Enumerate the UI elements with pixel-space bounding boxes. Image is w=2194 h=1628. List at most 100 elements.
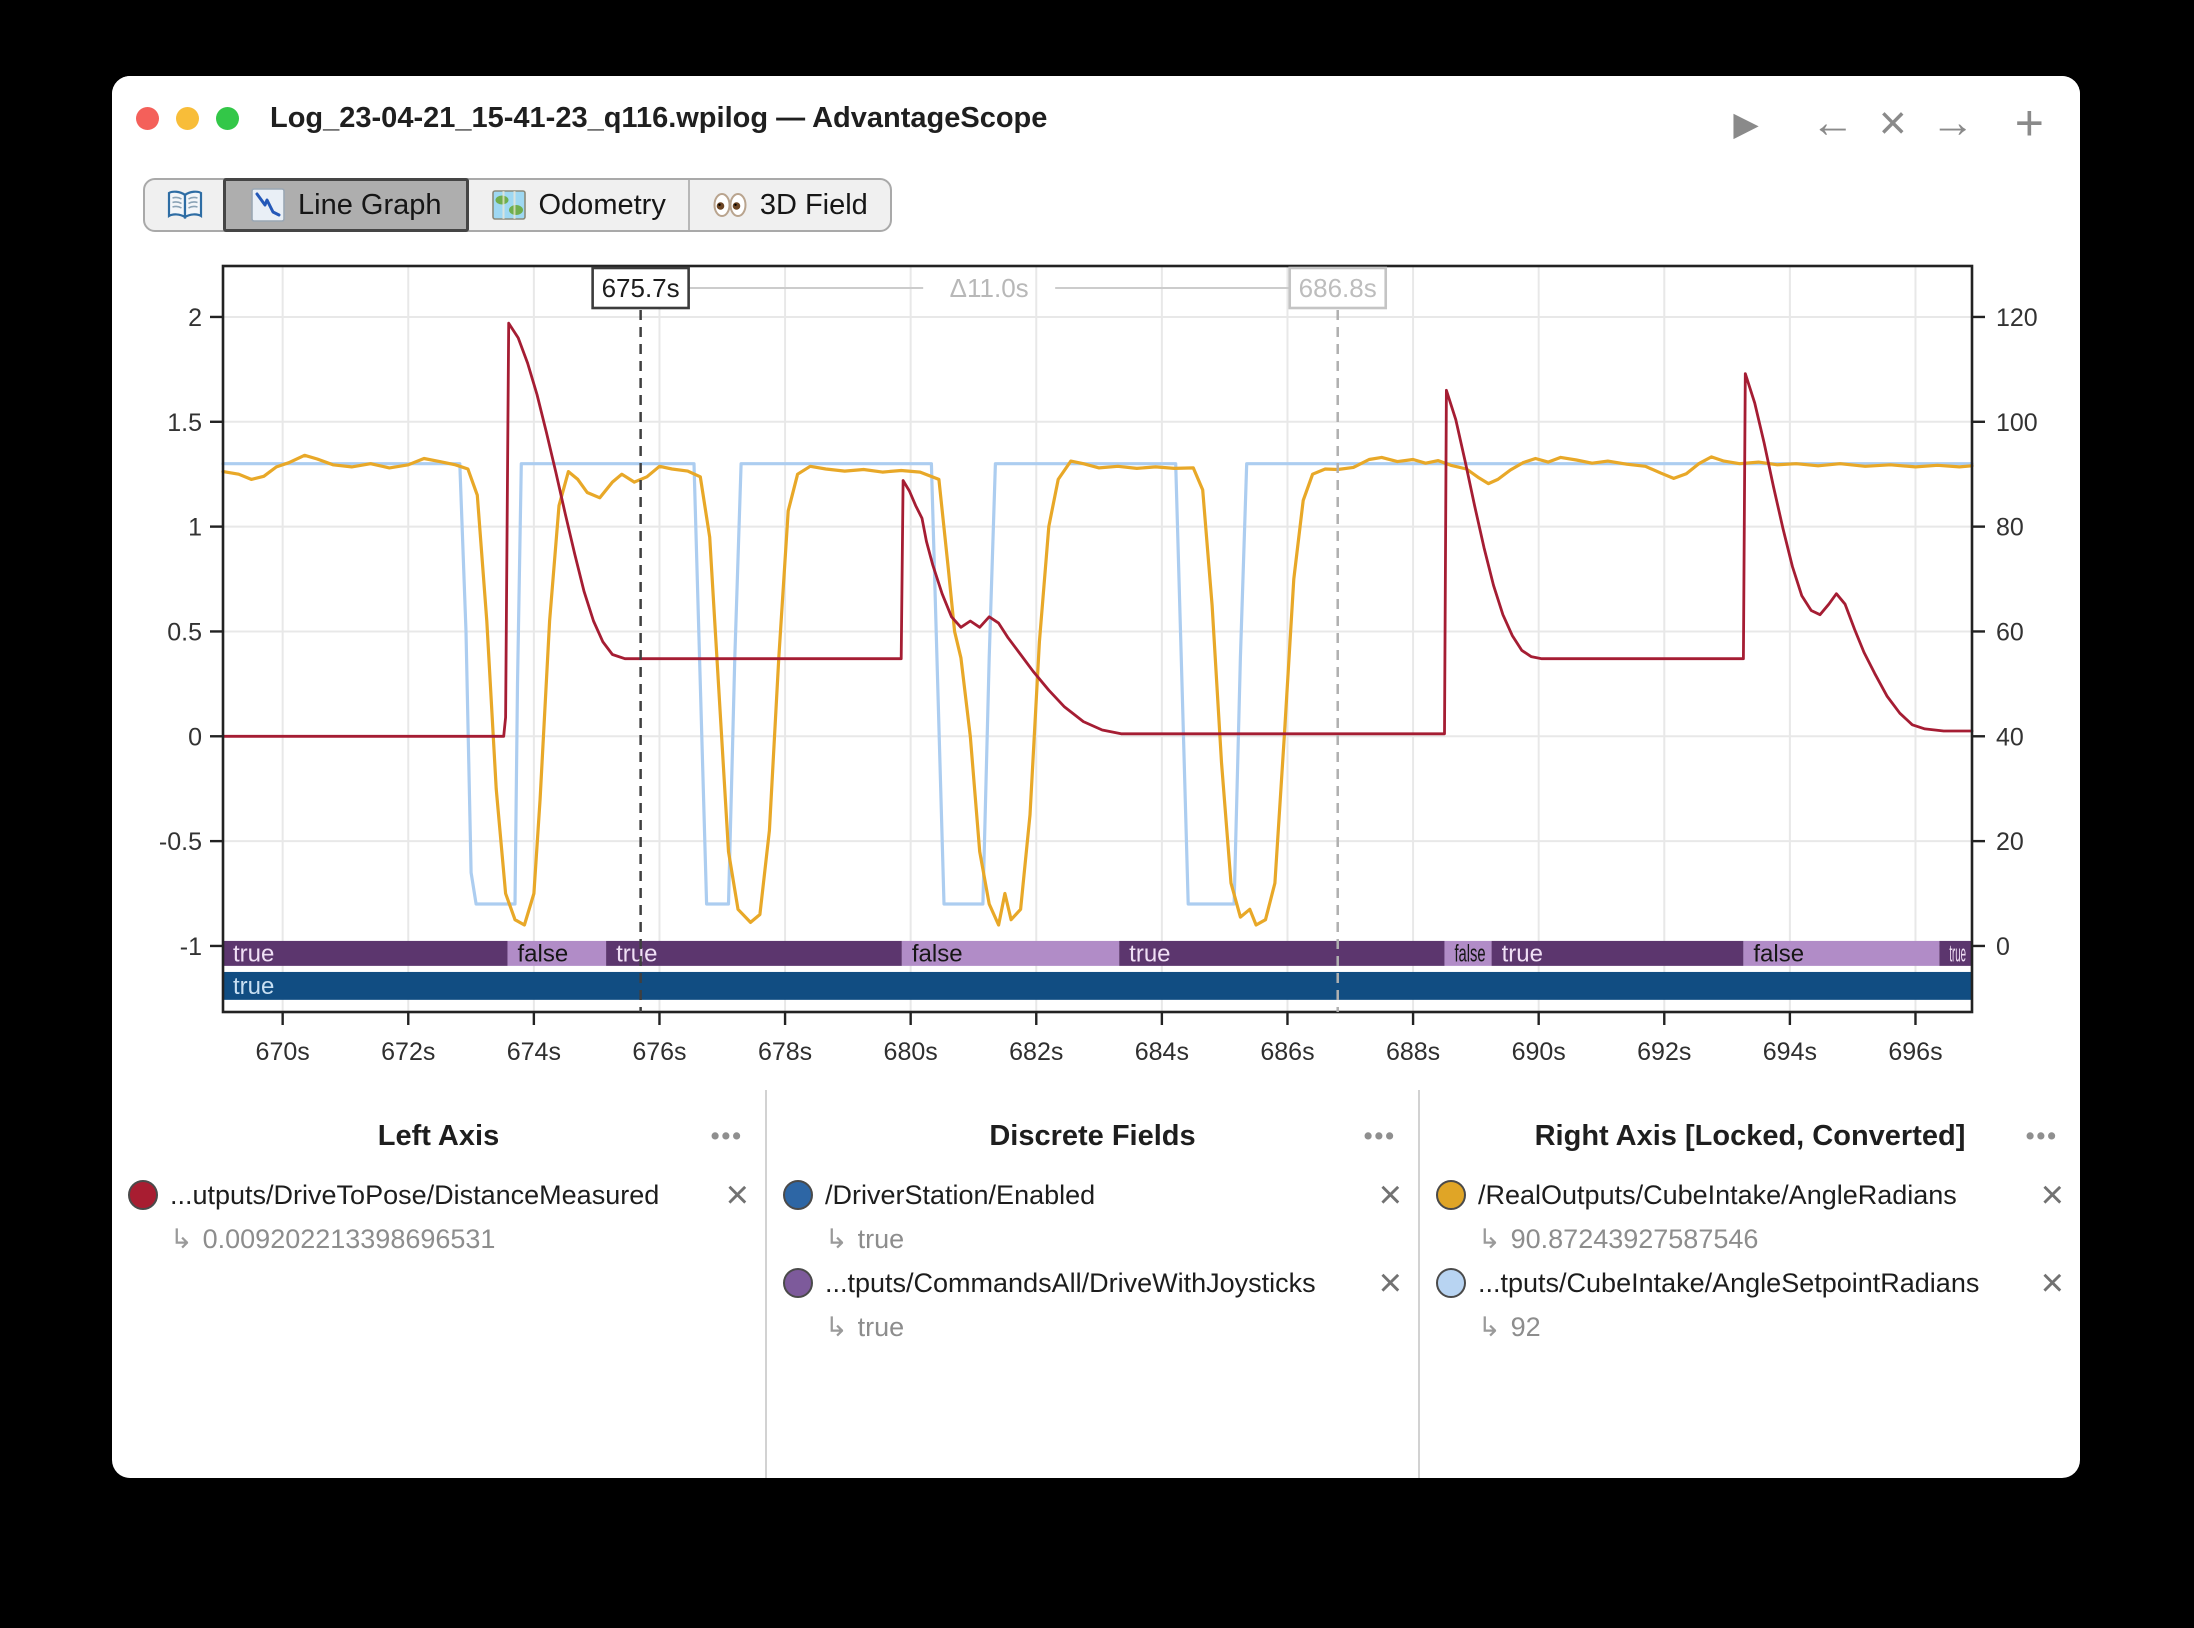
svg-text:670s: 670s [256,1038,310,1066]
field-row-distance-measured[interactable]: ...utputs/DriveToPose/DistanceMeasured × [112,1173,765,1217]
svg-text:-1: -1 [180,933,202,961]
left-axis-title: Left Axis ••• [112,1116,765,1156]
field-row-enabled[interactable]: /DriverStation/Enabled × [767,1173,1418,1217]
tab-label: Line Graph [298,189,442,222]
value-arrow-icon: ↳ [825,1312,848,1343]
value-arrow-icon: ↳ [170,1224,193,1255]
zoom-in-arrow-icon[interactable]: → [1931,98,1975,148]
svg-text:-0.5: -0.5 [159,828,202,856]
tab-odometry[interactable]: Odometry [467,180,688,230]
svg-text:120: 120 [1996,304,2038,332]
discrete-bar-enabled: true [223,972,1972,1000]
discrete-bar-drivewithjoysticks: truefalsetruefalsetruefalsetruefalsetrue [223,940,1972,967]
svg-text:690s: 690s [1512,1038,1566,1066]
svg-text:694s: 694s [1763,1038,1817,1066]
field-value-row: ↳ 92 [1420,1305,2080,1349]
series-color-dot [783,1268,813,1298]
svg-text:100: 100 [1996,409,2038,437]
svg-text:true: true [1502,940,1543,967]
discrete-fields-title: Discrete Fields ••• [767,1116,1418,1156]
right-axis-column: Right Axis [Locked, Converted] ••• /Real… [1420,1090,2080,1478]
clear-selection-icon[interactable]: × [1879,96,1907,151]
series-line-anglesetpointradians [223,464,1972,904]
svg-text:680s: 680s [884,1038,938,1066]
svg-text:0: 0 [188,723,202,751]
field-value-row: ↳ true [767,1305,1418,1349]
svg-text:688s: 688s [1386,1038,1440,1066]
remove-field-icon[interactable]: × [1379,1268,1402,1298]
svg-text:1: 1 [188,514,202,542]
map-icon [491,187,527,223]
series-color-dot [1436,1268,1466,1298]
svg-text:80: 80 [1996,514,2024,542]
svg-text:678s: 678s [758,1038,812,1066]
tab-3d-field[interactable]: 3D Field [688,180,890,230]
discrete-segment [223,972,1972,1000]
window-title: Log_23-04-21_15-41-23_q116.wpilog — Adva… [270,102,1047,135]
svg-text:686.8s: 686.8s [1299,273,1377,303]
svg-text:2: 2 [188,304,202,332]
zoom-out-arrow-icon[interactable]: ← [1811,98,1855,148]
series-color-dot [783,1180,813,1210]
svg-text:674s: 674s [507,1038,561,1066]
field-row-angle-setpoint-radians[interactable]: ...tputs/CubeIntake/AngleSetpointRadians… [1420,1261,2080,1305]
field-row-angle-radians[interactable]: /RealOutputs/CubeIntake/AngleRadians × [1420,1173,2080,1217]
field-value-row: ↳ true [767,1217,1418,1261]
svg-text:true: true [616,940,657,967]
svg-text:true: true [1949,940,1966,967]
tab-label: Odometry [539,189,666,222]
field-value-row: ↳ 0.009202213398696531 [112,1217,765,1261]
svg-text:true: true [233,973,274,1000]
svg-text:692s: 692s [1637,1038,1691,1066]
field-value-row: ↳ 90.87243927587546 [1420,1217,2080,1261]
value-arrow-icon: ↳ [825,1224,848,1255]
field-value: 0.009202213398696531 [203,1224,496,1255]
svg-text:false: false [1454,940,1485,967]
remove-field-icon[interactable]: × [2041,1268,2064,1298]
svg-text:Δ11.0s: Δ11.0s [950,273,1029,303]
field-value: true [858,1224,905,1255]
window-titlebar: Log_23-04-21_15-41-23_q116.wpilog — Adva… [112,76,2080,164]
window-zoom-button[interactable] [216,107,239,130]
remove-field-icon[interactable]: × [726,1180,749,1210]
svg-text:1.5: 1.5 [167,409,202,437]
sidebar-toggle-button[interactable] [145,180,225,230]
svg-text:682s: 682s [1009,1038,1063,1066]
field-row-drive-with-joysticks[interactable]: ...tputs/CommandsAll/DriveWithJoysticks … [767,1261,1418,1305]
book-icon [167,187,203,223]
value-arrow-icon: ↳ [1478,1224,1501,1255]
svg-text:false: false [517,940,568,967]
tab-line-graph[interactable]: Line Graph [223,178,469,232]
svg-text:0: 0 [1996,933,2010,961]
svg-text:0.5: 0.5 [167,618,202,646]
remove-field-icon[interactable]: × [2041,1180,2064,1210]
svg-text:672s: 672s [381,1038,435,1066]
remove-field-icon[interactable]: × [1379,1180,1402,1210]
right-axis-menu-icon[interactable]: ••• [2026,1116,2058,1156]
svg-text:false: false [912,940,963,967]
left-axis-menu-icon[interactable]: ••• [711,1116,743,1156]
traffic-lights [136,107,239,130]
svg-text:60: 60 [1996,618,2024,646]
add-tab-icon[interactable]: + [2015,94,2044,152]
series-color-dot [1436,1180,1466,1210]
series-line-distancemeasured [223,323,1972,736]
svg-text:684s: 684s [1135,1038,1189,1066]
field-name: /DriverStation/Enabled [825,1180,1371,1211]
field-name: ...tputs/CommandsAll/DriveWithJoysticks [825,1268,1371,1299]
tab-label: 3D Field [760,189,868,222]
line-graph-chart[interactable]: true false true false true false true false true… [112,236,2080,1116]
left-axis-column: Left Axis ••• ...utputs/DriveToPose/Dist… [112,1090,765,1478]
field-value: true [858,1312,905,1343]
field-value: 90.87243927587546 [1511,1224,1759,1255]
window-minimize-button[interactable] [176,107,199,130]
svg-text:true: true [1129,940,1170,967]
play-icon[interactable]: ▶ [1733,104,1758,143]
window-close-button[interactable] [136,107,159,130]
field-name: ...utputs/DriveToPose/DistanceMeasured [170,1180,718,1211]
svg-text:675.7s: 675.7s [602,273,680,303]
svg-text:686s: 686s [1260,1038,1314,1066]
svg-text:false: false [1753,940,1804,967]
svg-text:696s: 696s [1888,1038,1942,1066]
discrete-fields-menu-icon[interactable]: ••• [1364,1116,1396,1156]
